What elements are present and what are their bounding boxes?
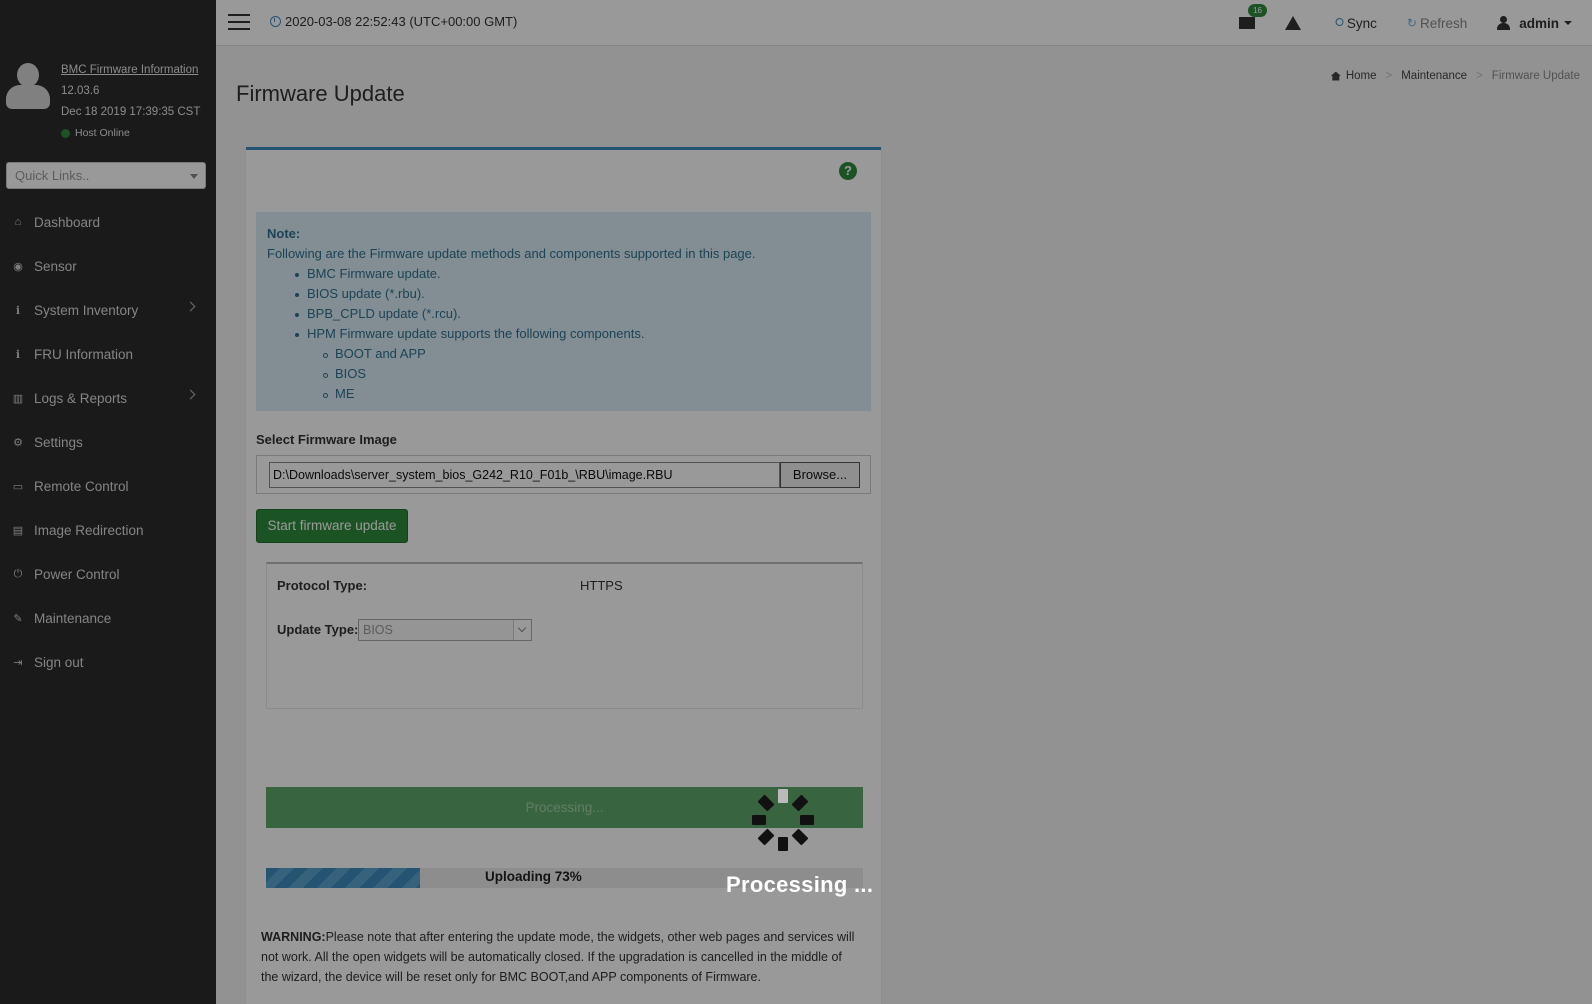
processing-overlay: Processing ... <box>0 0 1592 1004</box>
overlay-processing-text: Processing ... <box>726 872 874 897</box>
loading-spinner-icon <box>752 789 814 851</box>
